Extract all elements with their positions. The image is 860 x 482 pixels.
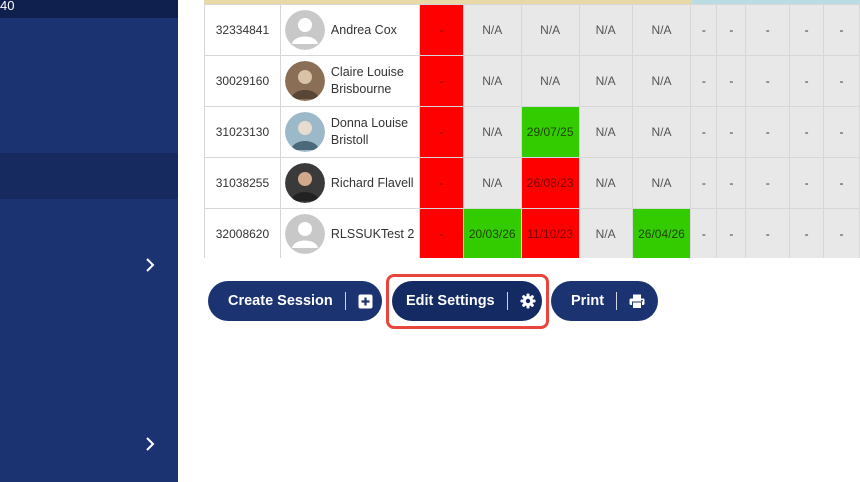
status-cell[interactable]: - <box>716 55 747 107</box>
status-cell[interactable]: - <box>823 55 860 107</box>
status-cell[interactable]: - <box>745 157 791 209</box>
member-cell[interactable]: Donna Louise Bristoll <box>279 106 420 158</box>
default-avatar-icon <box>284 214 325 254</box>
status-cell[interactable]: - <box>690 55 718 107</box>
chevron-right-icon[interactable] <box>144 258 156 272</box>
member-id: 30029160 <box>204 55 281 107</box>
member-cell[interactable]: RLSSUKTest 2 <box>279 208 420 258</box>
status-cell[interactable]: N/A <box>631 106 692 158</box>
status-cell[interactable]: - <box>745 208 791 258</box>
create-session-label: Create Session <box>228 293 333 309</box>
status-cell[interactable]: - <box>690 106 718 158</box>
edit-settings-button[interactable]: Edit Settings <box>392 281 542 321</box>
member-name[interactable]: Claire Louise Brisbourne <box>331 64 415 98</box>
status-cell[interactable]: - <box>823 4 860 56</box>
status-cell[interactable]: - <box>716 4 747 56</box>
print-button[interactable]: Print <box>551 281 658 321</box>
status-cell[interactable]: N/A <box>462 106 522 158</box>
status-cell[interactable]: - <box>418 208 464 258</box>
member-cell[interactable]: Richard Flavell <box>279 157 420 209</box>
member-name[interactable]: RLSSUKTest 2 <box>331 226 415 243</box>
status-cell[interactable]: - <box>418 4 464 56</box>
status-cell[interactable]: N/A <box>578 208 633 258</box>
status-cell[interactable]: N/A <box>578 157 633 209</box>
default-avatar-icon <box>284 10 325 50</box>
status-cell[interactable]: N/A <box>578 4 633 56</box>
table-row[interactable]: 30029160 Claire Louise Brisbourne - N/A N/A N… <box>204 55 860 107</box>
status-cell[interactable]: 26/04/26 <box>631 208 692 258</box>
status-cell[interactable]: N/A <box>462 55 522 107</box>
status-cell[interactable]: - <box>745 106 791 158</box>
status-cell[interactable]: N/A <box>631 55 692 107</box>
table-row[interactable]: 31038255 Richard Flavell - N/A 26/08/23 N/A N/… <box>204 157 860 209</box>
status-cell[interactable]: - <box>418 55 464 107</box>
sidebar-item-active[interactable] <box>0 153 178 199</box>
table-row[interactable]: 31023130 Donna Louise Bristoll - N/A 29/07/2… <box>204 106 860 158</box>
sidebar-header-label: 40 <box>0 0 15 13</box>
status-cell[interactable]: 11/10/23 <box>520 208 580 258</box>
status-cell[interactable]: N/A <box>578 55 633 107</box>
member-id: 32334841 <box>204 4 281 56</box>
member-id: 32008620 <box>204 208 281 258</box>
status-cell[interactable]: - <box>716 157 747 209</box>
member-name[interactable]: Donna Louise Bristoll <box>331 115 415 149</box>
status-cell[interactable]: N/A <box>631 157 692 209</box>
plus-square-icon <box>358 293 374 309</box>
status-cell[interactable]: - <box>418 157 464 209</box>
status-cell[interactable]: N/A <box>462 157 522 209</box>
members-table: 32334841 Andrea Cox - N/A N/A N/A N/A - - - - -3002… <box>204 0 860 258</box>
status-cell[interactable]: - <box>789 157 825 209</box>
status-cell[interactable]: N/A <box>520 55 580 107</box>
status-cell[interactable]: - <box>823 208 860 258</box>
status-cell[interactable]: - <box>690 4 718 56</box>
status-cell[interactable]: N/A <box>631 4 692 56</box>
print-label: Print <box>571 293 605 309</box>
member-id: 31038255 <box>204 157 281 209</box>
button-divider <box>506 292 508 310</box>
gear-icon <box>520 293 536 309</box>
member-cell[interactable]: Andrea Cox <box>279 4 420 56</box>
status-cell[interactable]: - <box>745 4 791 56</box>
chevron-right-icon[interactable] <box>144 437 156 451</box>
status-cell[interactable]: - <box>690 208 718 258</box>
member-name[interactable]: Richard Flavell <box>331 175 415 192</box>
status-cell[interactable]: - <box>823 106 860 158</box>
member-name[interactable]: Andrea Cox <box>331 22 415 39</box>
printer-icon <box>629 293 645 309</box>
status-cell[interactable]: 26/08/23 <box>520 157 580 209</box>
avatar <box>284 163 325 203</box>
members-table-body: 32334841 Andrea Cox - N/A N/A N/A N/A - - - - -3002… <box>204 4 860 258</box>
edit-settings-label: Edit Settings <box>406 293 495 309</box>
status-cell[interactable]: 29/07/25 <box>520 106 580 158</box>
status-cell[interactable]: - <box>690 157 718 209</box>
status-cell[interactable]: N/A <box>578 106 633 158</box>
avatar <box>284 61 325 101</box>
member-cell[interactable]: Claire Louise Brisbourne <box>279 55 420 107</box>
create-session-button[interactable]: Create Session <box>208 281 382 321</box>
status-cell[interactable]: - <box>716 106 747 158</box>
status-cell[interactable]: - <box>789 208 825 258</box>
avatar <box>284 112 325 152</box>
table-row[interactable]: 32334841 Andrea Cox - N/A N/A N/A N/A - - - - - <box>204 4 860 56</box>
status-cell[interactable]: - <box>418 106 464 158</box>
status-cell[interactable]: - <box>789 4 825 56</box>
sidebar-header: 40 <box>0 0 178 18</box>
button-divider <box>616 292 618 310</box>
status-cell[interactable]: - <box>716 208 747 258</box>
status-cell[interactable]: - <box>789 55 825 107</box>
status-cell[interactable]: 20/03/26 <box>462 208 522 258</box>
button-divider <box>344 292 346 310</box>
status-cell[interactable]: - <box>789 106 825 158</box>
status-cell[interactable]: N/A <box>462 4 522 56</box>
status-cell[interactable]: - <box>745 55 791 107</box>
status-cell[interactable]: N/A <box>520 4 580 56</box>
table-row[interactable]: 32008620 RLSSUKTest 2-20/03/26 11/10/23 N/A… <box>204 208 860 258</box>
sidebar: 40 <box>0 0 178 482</box>
member-id: 31023130 <box>204 106 281 158</box>
status-cell[interactable]: - <box>823 157 860 209</box>
